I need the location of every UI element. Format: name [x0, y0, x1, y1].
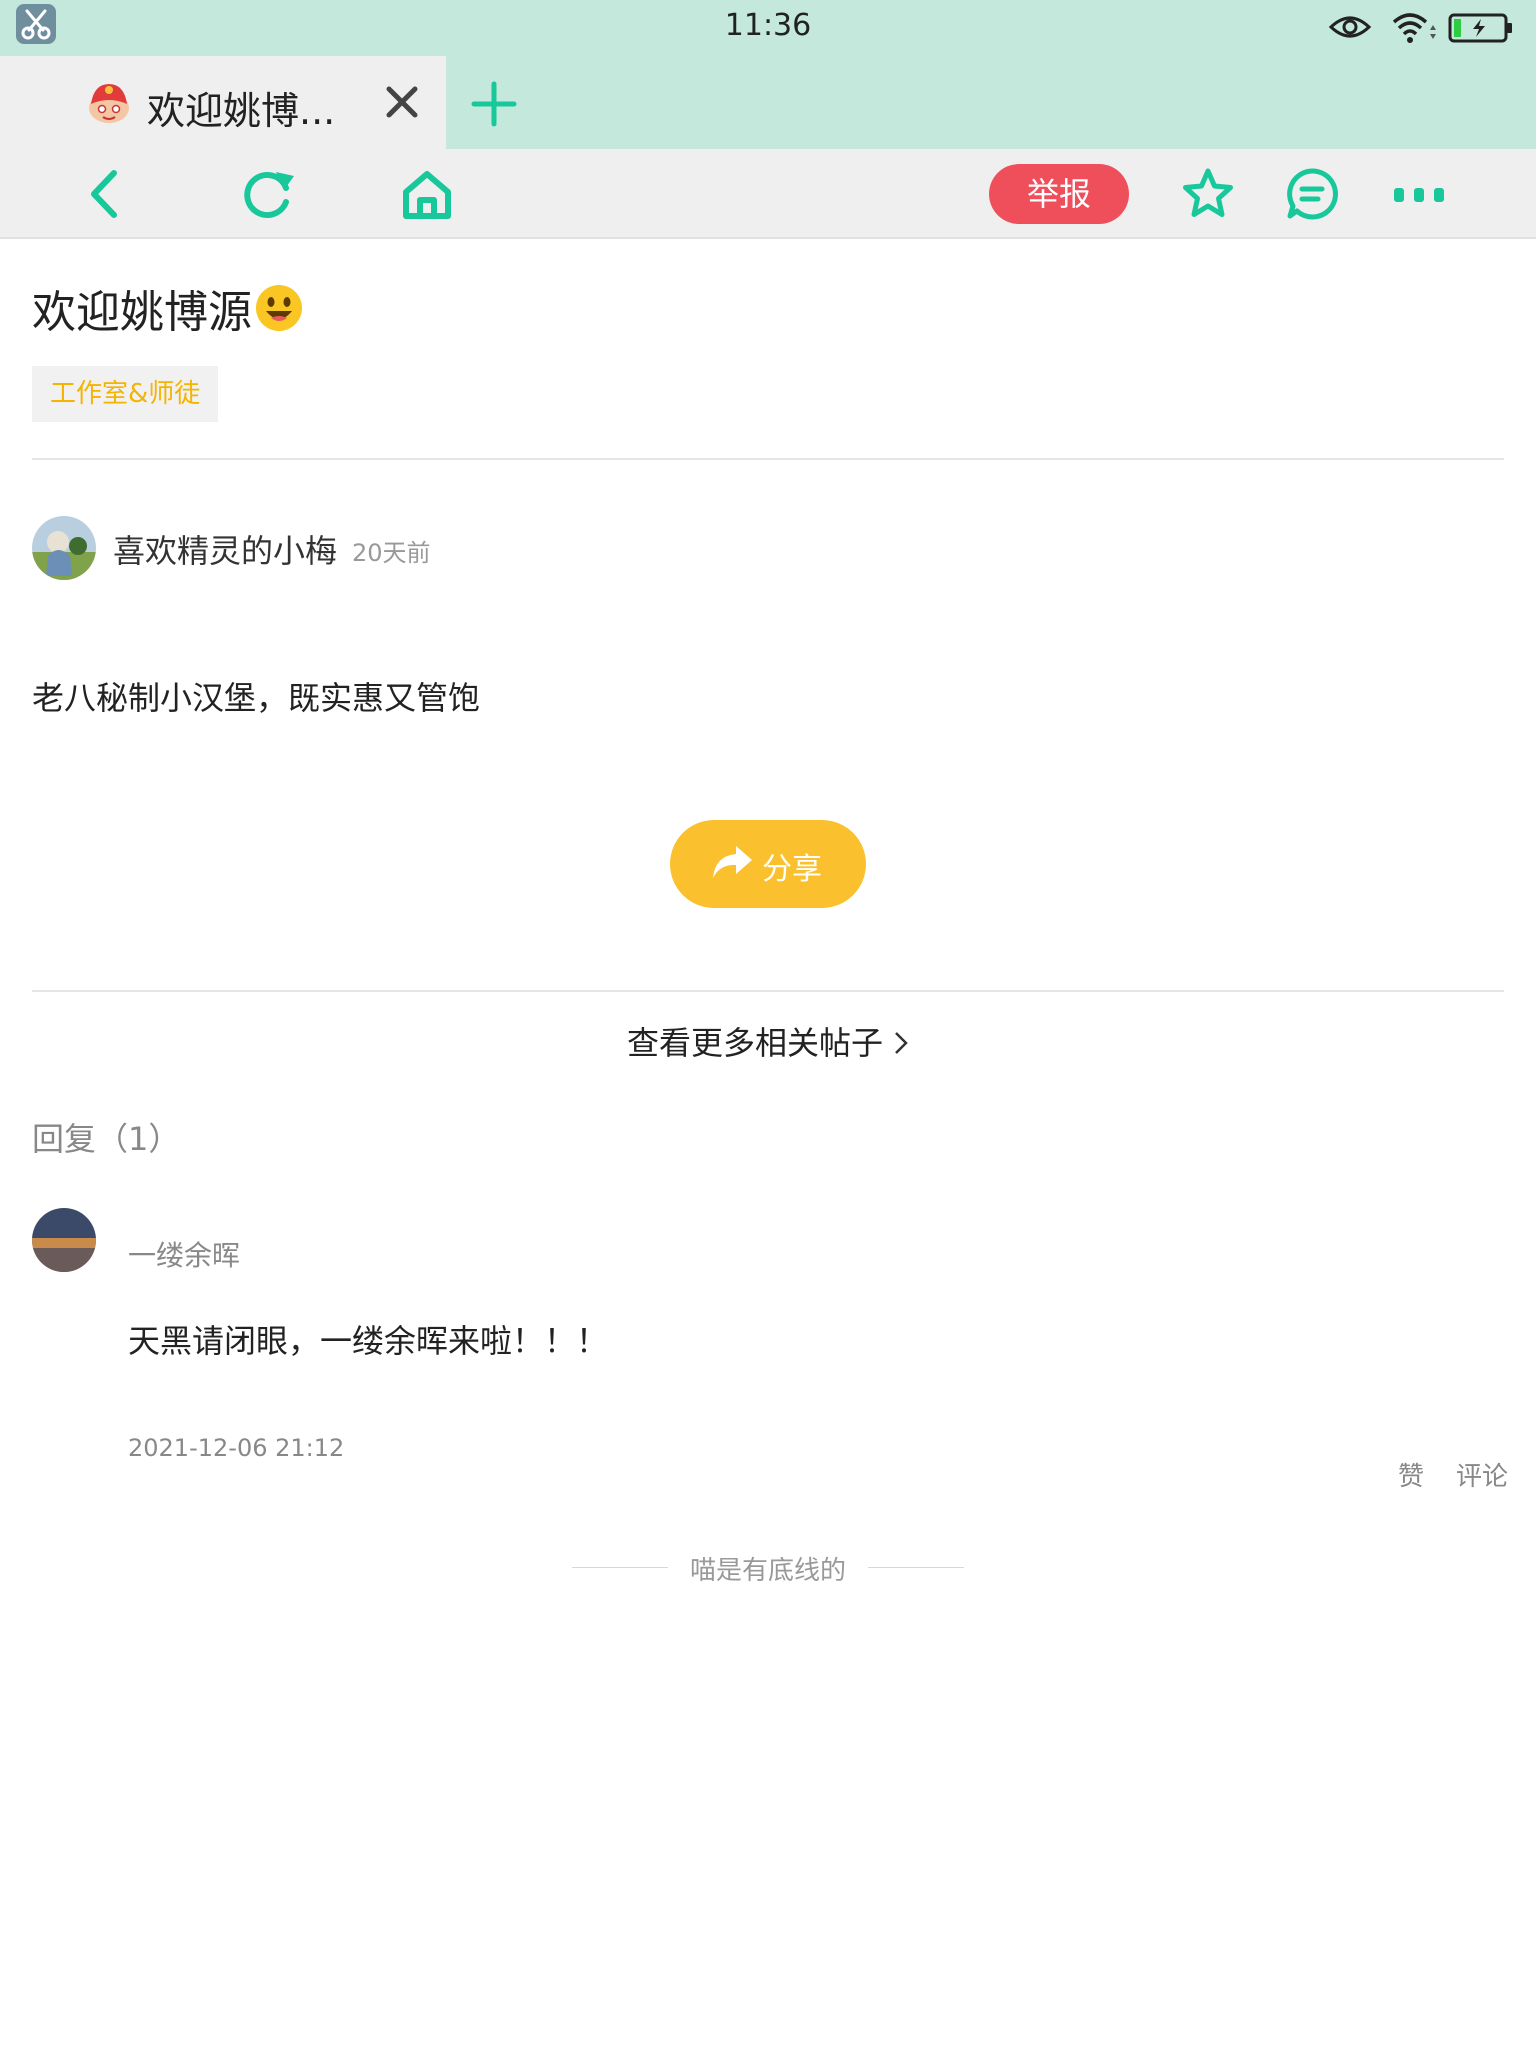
- like-button[interactable]: 赞: [1398, 1456, 1424, 1493]
- status-time: 11:36: [724, 8, 812, 43]
- end-of-list-text: 喵是有底线的: [689, 1556, 846, 1586]
- wifi-icon: [1390, 10, 1438, 48]
- more-related-label: 查看更多相关帖子: [626, 1024, 883, 1062]
- back-icon[interactable]: [84, 168, 124, 224]
- star-favorite-icon[interactable]: [1180, 166, 1236, 226]
- footer-rule-right: [868, 1567, 964, 1568]
- more-menu-icon[interactable]: [1390, 184, 1450, 212]
- smiley-emoji-icon: [254, 283, 304, 333]
- eye-icon: [1328, 12, 1372, 46]
- comment-button[interactable]: 评论: [1456, 1456, 1508, 1493]
- reply-author-name[interactable]: 一缕余晖: [128, 1234, 240, 1274]
- site-mascot-icon: [86, 80, 132, 130]
- comment-bubble-icon[interactable]: [1284, 166, 1340, 226]
- reply-avatar[interactable]: [32, 1208, 96, 1272]
- reply-body: 天黑请闭眼，一缕余晖来啦！！！: [128, 1322, 609, 1360]
- more-related-posts-link[interactable]: 查看更多相关帖子: [0, 1018, 1536, 1064]
- reply-count-heading: 回复（1）: [32, 1120, 181, 1158]
- battery-icon: [1448, 12, 1514, 48]
- author-avatar[interactable]: [32, 516, 96, 580]
- category-tag[interactable]: 工作室&师徒: [32, 366, 219, 422]
- home-icon[interactable]: [400, 168, 454, 226]
- close-tab-icon[interactable]: [384, 84, 420, 124]
- reply-time: 2021-12-06 21:12: [128, 1434, 345, 1462]
- share-button[interactable]: 分享: [670, 820, 866, 908]
- tab-title[interactable]: 欢迎姚博...: [147, 80, 335, 135]
- divider: [32, 990, 1504, 992]
- new-tab-icon[interactable]: [471, 81, 517, 131]
- share-label: 分享: [762, 852, 822, 887]
- author-name[interactable]: 喜欢精灵的小梅: [113, 526, 337, 572]
- post-title-text: 欢迎姚博源: [32, 287, 252, 338]
- post-body: 老八秘制小汉堡，既实惠又管饱: [32, 679, 481, 717]
- share-arrow-icon: [710, 842, 754, 890]
- report-button[interactable]: 举报: [989, 164, 1129, 224]
- refresh-icon[interactable]: [240, 166, 296, 226]
- post-title: 欢迎姚博源: [32, 276, 304, 340]
- divider: [32, 458, 1504, 460]
- post-time: 20天前: [352, 539, 431, 567]
- chevron-right-icon: [893, 1026, 909, 1064]
